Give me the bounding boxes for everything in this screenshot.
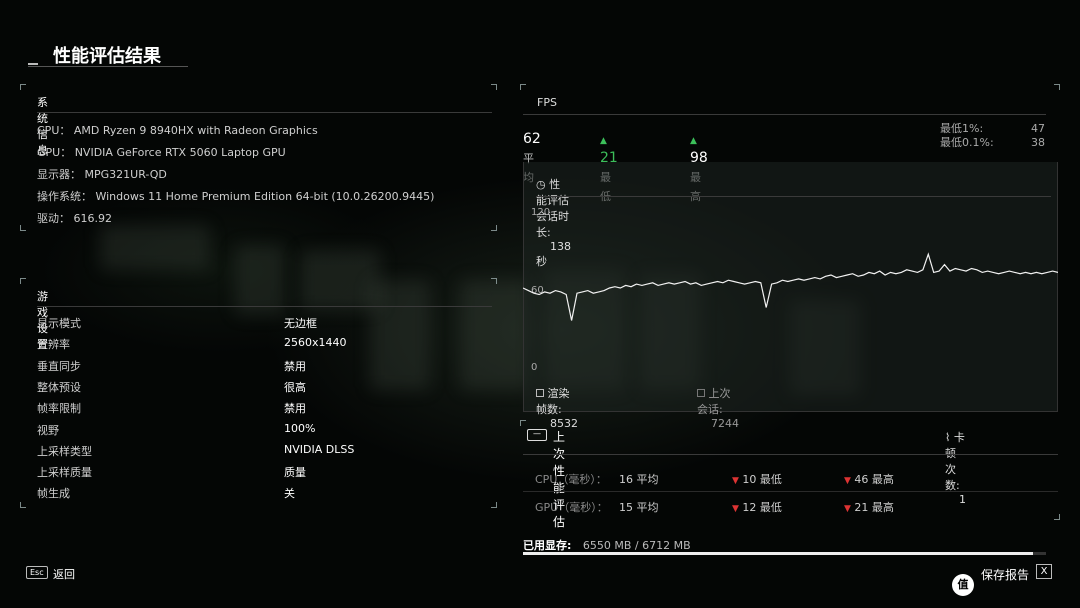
game-setting-row: 上采样质量 质量 (37, 464, 497, 485)
driver-info: 驱动： 616.92 (37, 212, 112, 225)
checkbox-icon (536, 389, 544, 397)
game-setting-row: 分辨率 2560x1440 (37, 336, 497, 357)
os-info: 操作系统： Windows 11 Home Premium Edition 64… (37, 190, 435, 203)
game-setting-row: 垂直同步 禁用 (37, 358, 497, 379)
cpu-info: CPU： AMD Ryzen 9 8940HX with Radeon Grap… (37, 124, 318, 137)
down-arrow-icon: ▼ (844, 504, 851, 514)
game-setting-row: 帧率限制 禁用 (37, 400, 497, 421)
fps-header: FPS (537, 96, 557, 109)
title-tick (28, 63, 38, 65)
page-title: 性能评估结果 (53, 46, 161, 67)
down-arrow-icon: ▼ (844, 476, 851, 486)
setting-name: 帧生成 (37, 487, 70, 501)
checkbox-icon (697, 389, 705, 397)
setting-value: 禁用 (284, 359, 306, 373)
game-setting-row: 视野 100% (37, 422, 497, 443)
vram-bar-fill (523, 552, 1034, 555)
esc-key-hint[interactable]: Esc (26, 566, 48, 579)
setting-name: 分辨率 (37, 338, 70, 352)
stutter-count: ⌇ 卡顿次数: 1 (945, 431, 966, 506)
y-tick-0: 0 (531, 362, 537, 373)
game-setting-row: 上采样类型 NVIDIA DLSS (37, 443, 497, 464)
setting-name: 显示模式 (37, 317, 81, 330)
display-info: 显示器： MPG321UR-QD (37, 168, 167, 181)
game-setting-row: 显示模式 无边框 (37, 315, 497, 336)
cpu-perf-row: CPU（毫秒）： 16 平均 ▼ 10 最低 ▼ 46 最高 (535, 473, 894, 486)
setting-value: 无边框 (284, 317, 317, 330)
back-button[interactable]: 返回 (53, 566, 75, 582)
watermark-logo: 值 (952, 574, 974, 596)
setting-name: 整体预设 (37, 380, 81, 394)
setting-value: 2560x1440 (284, 336, 347, 350)
setting-name: 上采样类型 (37, 444, 92, 458)
last-session: 上次会话: 7244 (697, 387, 739, 430)
game-setting-row: 整体预设 很高 (37, 379, 497, 400)
setting-value: 质量 (284, 466, 306, 480)
gpu-perf-row: GPU（毫秒）： 15 平均 ▼ 12 最低 ▼ 21 最高 (535, 501, 894, 514)
setting-value: 很高 (284, 380, 306, 394)
gpu-info: GPU： NVIDIA GeForce RTX 5060 Laptop GPU (37, 146, 286, 159)
fps-lows: 最低1%: 47 最低0.1%: 38 (940, 122, 1045, 149)
setting-value: 100% (284, 421, 316, 435)
setting-value: 禁用 (284, 402, 306, 416)
fps-graph: 120 60 0 (523, 207, 1058, 373)
vram-usage: 已用显存: 6550 MB / 6712 MB (523, 539, 691, 552)
setting-name: 上采样质量 (37, 466, 92, 480)
fps-series-line (523, 252, 1058, 321)
setting-name: 视野 (37, 423, 59, 437)
up-arrow-icon: ▲ (600, 136, 607, 146)
down-arrow-icon: ▼ (732, 504, 739, 514)
up-arrow-icon: ▲ (690, 136, 697, 146)
setting-name: 垂直同步 (37, 359, 81, 373)
eval-icon: — (527, 429, 547, 441)
setting-name: 帧率限制 (37, 402, 81, 416)
save-report-button[interactable]: 保存报告 (981, 566, 1029, 583)
x-key-hint[interactable]: X (1036, 564, 1052, 579)
down-arrow-icon: ▼ (732, 476, 739, 486)
setting-value: 关 (284, 487, 295, 501)
pulse-icon: ⌇ (945, 431, 951, 444)
rendered-frames: 渲染帧数: 8532 (536, 387, 578, 430)
clock-icon: ◷ (536, 178, 546, 191)
game-setting-row: 帧生成 关 (37, 485, 497, 506)
setting-value: NVIDIA DLSS (284, 442, 355, 456)
y-tick-120: 120 (531, 207, 550, 218)
title-rule (28, 66, 188, 67)
